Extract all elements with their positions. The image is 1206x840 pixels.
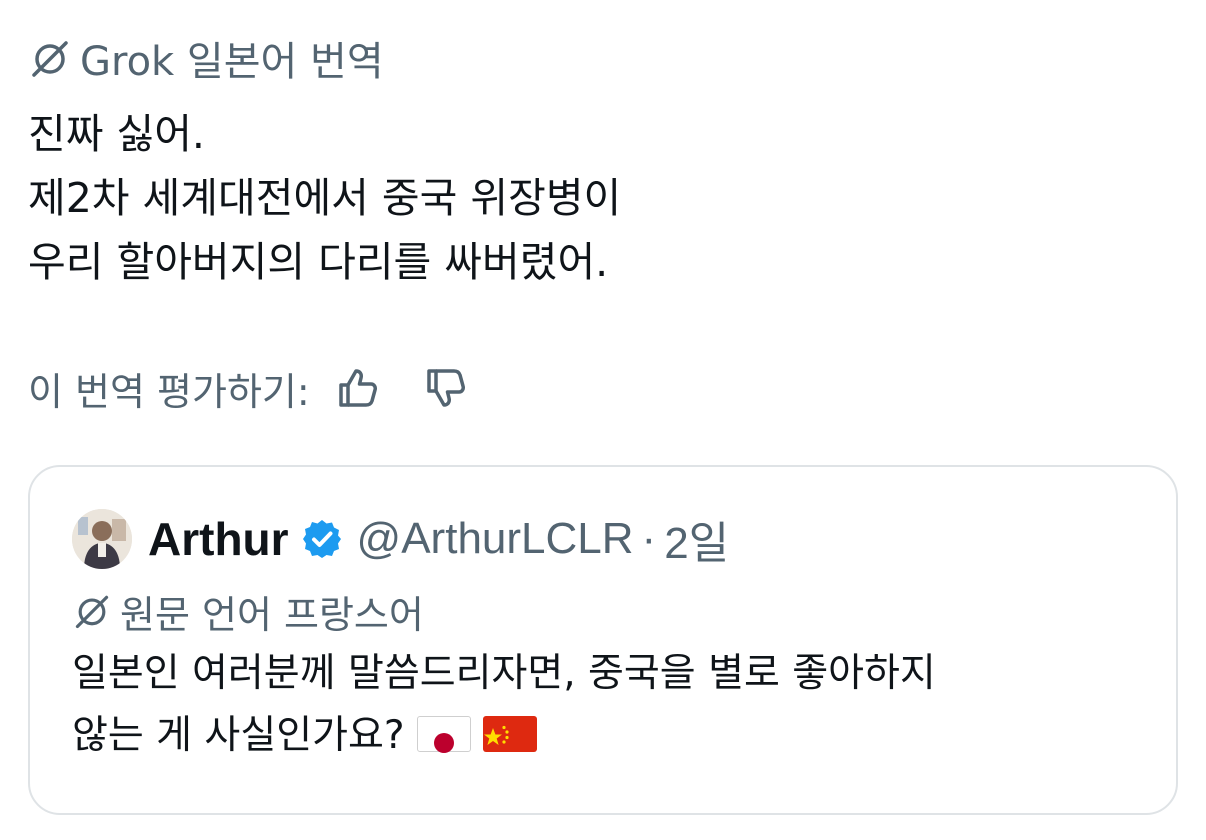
quoted-post-card[interactable]: Arthur @ArthurLCLR · 2일 원문 언어 프랑스어 일본인 여… — [28, 465, 1178, 815]
author-name[interactable]: Arthur — [148, 512, 289, 566]
translated-line: 제2차 세계대전에서 중국 위장병이 — [28, 174, 622, 222]
grok-slash-icon — [75, 595, 109, 629]
quoted-line: 일본인 여러분께 말씀드리자면, 중국을 별로 좋아하지 — [72, 651, 936, 696]
thumbs-up-icon — [338, 369, 377, 407]
grok-translation-label: Grok 일본어 번역 — [80, 39, 384, 85]
rate-translation-row: 이 번역 평가하기: — [28, 358, 472, 418]
quoted-line: 않는 게 사실인가요? — [72, 713, 405, 758]
grok-slash-icon — [32, 41, 68, 77]
china-flag-icon — [482, 715, 537, 752]
rate-translation-label: 이 번역 평가하기: — [28, 369, 310, 414]
thumbs-down-button[interactable] — [420, 362, 472, 414]
author-handle[interactable]: @ArthurLCLR — [357, 514, 634, 564]
translated-text: 진짜 싫어. 제2차 세계대전에서 중국 위장병이 우리 할아버지의 다리를 싸… — [28, 102, 1168, 294]
translated-line: 우리 할아버지의 다리를 싸버렸어. — [28, 238, 609, 286]
thumbs-down-icon — [426, 369, 465, 407]
verified-badge-icon — [302, 520, 341, 558]
source-language-label: 원문 언어 프랑스어 — [120, 592, 424, 637]
quoted-post-text: 일본인 여러분께 말씀드리자면, 중국을 별로 좋아하지 않는 게 사실인가요? — [72, 643, 1152, 767]
thumbs-up-button[interactable] — [332, 362, 384, 414]
separator-dot: · — [641, 514, 657, 563]
quoted-post-header: Arthur @ArthurLCLR · 2일 — [72, 507, 729, 571]
avatar[interactable] — [72, 509, 132, 569]
grok-translation-header: Grok 일본어 번역 — [28, 30, 384, 86]
translated-line: 진짜 싫어. — [28, 110, 205, 158]
quoted-line-with-flags: 않는 게 사실인가요? — [72, 705, 1152, 767]
source-language-row: 원문 언어 프랑스어 — [72, 585, 424, 637]
japan-flag-icon — [416, 715, 471, 753]
post-time[interactable]: 2일 — [664, 507, 729, 571]
avatar-image — [72, 509, 132, 569]
